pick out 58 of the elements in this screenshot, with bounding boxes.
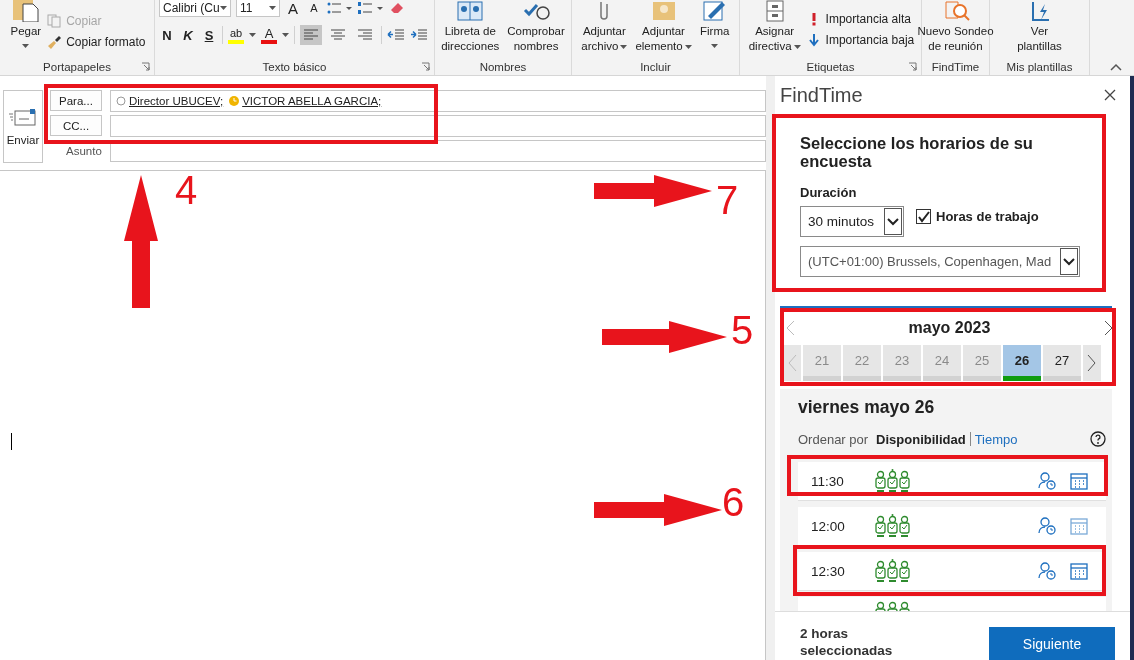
sort-option[interactable]: Disponibilidad (876, 431, 966, 447)
group-label: Etiquetas (806, 60, 855, 73)
sort-option[interactable]: Tiempo (974, 431, 1018, 447)
group-label: Mis plantillas (1006, 60, 1073, 73)
day-tab[interactable]: 26 (1003, 345, 1041, 381)
sort-label: Ordenar por (798, 431, 869, 447)
signature-button[interactable]: Firma (697, 0, 732, 58)
pane-title: FindTime (780, 83, 863, 107)
callout-number: 6 (722, 480, 745, 524)
check-names-button[interactable]: Comprobar nombres (505, 0, 567, 58)
italic-button[interactable]: K (180, 25, 196, 45)
day-title: viernes mayo 26 (798, 397, 936, 418)
checkbox-label[interactable]: Horas de trabajo (936, 209, 1039, 224)
duration-select[interactable]: 30 minutos (800, 206, 904, 237)
timezone-select[interactable]: (UTC+01:00) Brussels, Copenhagen, Mad (800, 246, 1080, 277)
importance-high-button[interactable]: Importancia alta (806, 12, 915, 26)
group-label: FindTime (931, 60, 980, 73)
to-field[interactable]: Director UBUCEV; VICTOR ABELLA GARCIA; (110, 89, 766, 112)
group-label: Portapapeles (43, 60, 111, 73)
paperclip-button[interactable]: Adjuntar archivo (579, 0, 630, 58)
templates-button[interactable]: Ver plantillas (1015, 0, 1064, 58)
month-label: mayo 2023 (908, 319, 991, 337)
callout-number: 4 (175, 168, 198, 212)
cabinet-button[interactable]: Asignar directiva (746, 0, 803, 58)
format-painter-button[interactable]: Copiar formato (47, 35, 146, 49)
poll-button[interactable]: Nuevo Sondeo de reunión (915, 0, 996, 58)
group-label: Texto básico (262, 60, 327, 73)
time-slot[interactable]: 12:00 (798, 507, 1106, 546)
subject-label: Asunto (65, 144, 102, 157)
cc-button[interactable]: CC... (50, 115, 102, 136)
duration-label: Duración (800, 185, 858, 200)
slot-time: 11:30 (811, 473, 845, 489)
highlight-button[interactable]: ab (228, 26, 244, 44)
font-size-field[interactable]: 11 (236, 0, 280, 17)
day-tab[interactable]: 27 (1043, 345, 1081, 381)
selection-summary: 2 horas seleccionadas (800, 625, 894, 659)
envelope-button[interactable]: Adjuntar elemento (633, 0, 694, 58)
recipient-name[interactable]: Director UBUCEV; (129, 94, 224, 107)
underline-button[interactable]: S (201, 25, 217, 45)
send-button[interactable]: Enviar (3, 90, 43, 163)
bold-button[interactable]: N (159, 25, 175, 45)
slot-time: 12:00 (811, 518, 846, 534)
font-color-button[interactable]: A (261, 26, 277, 44)
callout-number: 7 (716, 178, 739, 222)
grow-font-button[interactable]: A (285, 0, 301, 18)
section-heading: Seleccione los horarios de su encuesta (800, 134, 1034, 170)
next-button[interactable]: Siguiente (989, 627, 1115, 660)
callout-number: 5 (731, 308, 754, 352)
group-label: Incluir (640, 60, 671, 73)
importance-low-button[interactable]: Importancia baja (806, 33, 915, 47)
address-book-button[interactable]: Libreta de direcciones (439, 0, 502, 58)
to-button[interactable]: Para... (50, 90, 102, 111)
paste-button[interactable]: Pegar (8, 0, 44, 58)
group-label: Nombres (479, 60, 527, 73)
recipient-name[interactable]: VICTOR ABELLA GARCIA; (242, 94, 382, 107)
shrink-font-button[interactable]: A (306, 0, 322, 18)
font-field[interactable]: Calibri (Cu (159, 0, 231, 17)
slot-time: 12:30 (811, 563, 846, 579)
